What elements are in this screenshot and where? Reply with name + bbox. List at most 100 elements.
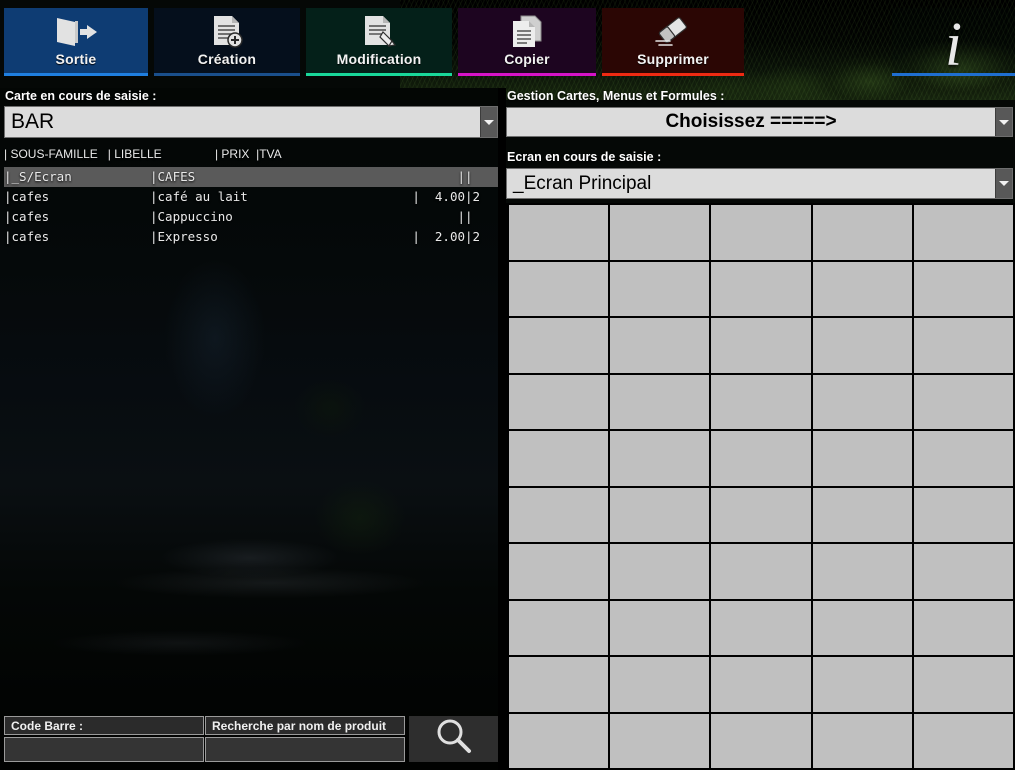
screen-key-cell[interactable] bbox=[812, 657, 914, 714]
supprimer-button[interactable]: Supprimer bbox=[602, 8, 744, 76]
chevron-down-icon[interactable] bbox=[995, 108, 1012, 136]
row-libelle: |Cappuccino bbox=[150, 209, 233, 224]
creation-button[interactable]: Création bbox=[154, 8, 300, 76]
screen-key-cell[interactable] bbox=[913, 318, 1015, 375]
row-tva: |2 bbox=[465, 229, 481, 244]
screen-key-cell[interactable] bbox=[610, 487, 712, 544]
screen-key-cell[interactable] bbox=[711, 318, 813, 375]
table-row[interactable]: |_S/Ecran |CAFES | | bbox=[4, 167, 498, 187]
screen-key-cell[interactable] bbox=[913, 713, 1015, 770]
document-add-icon bbox=[208, 14, 246, 50]
screen-key-cell[interactable] bbox=[812, 431, 914, 488]
screen-key-cell[interactable] bbox=[913, 261, 1015, 318]
screen-key-cell[interactable] bbox=[509, 261, 611, 318]
screen-key-cell[interactable] bbox=[711, 600, 813, 657]
screen-key-cell[interactable] bbox=[913, 544, 1015, 601]
copier-label: Copier bbox=[504, 51, 550, 67]
screen-key-cell[interactable] bbox=[913, 600, 1015, 657]
gestion-combobox[interactable]: Choisissez =====> bbox=[506, 107, 1013, 137]
document-edit-icon bbox=[359, 14, 399, 50]
screen-key-cell[interactable] bbox=[610, 544, 712, 601]
codebarre-input[interactable] bbox=[4, 737, 204, 762]
modification-label: Modification bbox=[336, 51, 422, 67]
screen-key-cell[interactable] bbox=[812, 261, 914, 318]
row-libelle: |café au lait bbox=[150, 189, 248, 204]
screen-key-cell[interactable] bbox=[812, 205, 914, 262]
ecran-label: Ecran en cours de saisie : bbox=[507, 150, 662, 164]
screen-key-cell[interactable] bbox=[711, 657, 813, 714]
exit-door-icon bbox=[53, 14, 99, 50]
row-libelle: |CAFES bbox=[150, 169, 196, 184]
screen-key-cell[interactable] bbox=[812, 544, 914, 601]
product-list[interactable]: |_S/Ecran |CAFES | | |cafes |café au lai… bbox=[4, 167, 498, 707]
screen-key-cell[interactable] bbox=[812, 713, 914, 770]
document-copy-icon bbox=[508, 14, 546, 50]
sortie-button[interactable]: Sortie bbox=[4, 8, 148, 76]
screen-key-cell[interactable] bbox=[509, 205, 611, 262]
info-glyph: i bbox=[944, 11, 963, 79]
screen-key-cell[interactable] bbox=[913, 431, 1015, 488]
row-tva: | bbox=[465, 169, 473, 184]
screen-key-cell[interactable] bbox=[812, 318, 914, 375]
screen-key-cell[interactable] bbox=[509, 600, 611, 657]
screen-key-cell[interactable] bbox=[913, 374, 1015, 431]
screen-key-cell[interactable] bbox=[610, 657, 712, 714]
search-button[interactable] bbox=[409, 716, 498, 762]
screen-key-cell[interactable] bbox=[913, 657, 1015, 714]
screen-key-cell[interactable] bbox=[509, 374, 611, 431]
screen-key-cell[interactable] bbox=[812, 600, 914, 657]
copier-accent-underline bbox=[458, 73, 596, 76]
row-prix: | 4.00 bbox=[412, 189, 465, 204]
row-prix: | bbox=[457, 169, 465, 184]
screen-key-cell[interactable] bbox=[711, 261, 813, 318]
screen-key-cell[interactable] bbox=[610, 205, 712, 262]
screen-key-cell[interactable] bbox=[610, 261, 712, 318]
chevron-down-icon[interactable] bbox=[480, 107, 497, 137]
row-sous-famille: |_S/Ecran bbox=[4, 169, 72, 184]
screen-key-cell[interactable] bbox=[610, 374, 712, 431]
copier-button[interactable]: Copier bbox=[458, 8, 596, 76]
screen-key-cell[interactable] bbox=[711, 374, 813, 431]
row-prix: | bbox=[457, 209, 465, 224]
screen-key-cell[interactable] bbox=[509, 318, 611, 375]
codebarre-label: Code Barre : bbox=[4, 716, 204, 735]
screen-key-cell[interactable] bbox=[610, 600, 712, 657]
screen-key-cell[interactable] bbox=[913, 205, 1015, 262]
recherche-produit-label: Recherche par nom de produit bbox=[205, 716, 405, 735]
sortie-label: Sortie bbox=[55, 51, 97, 67]
screen-key-cell[interactable] bbox=[610, 318, 712, 375]
recherche-produit-input[interactable] bbox=[205, 737, 405, 762]
screen-key-cell[interactable] bbox=[711, 713, 813, 770]
gestion-label: Gestion Cartes, Menus et Formules : bbox=[507, 89, 725, 103]
screen-key-cell[interactable] bbox=[509, 657, 611, 714]
screen-key-cell[interactable] bbox=[509, 431, 611, 488]
ecran-combobox[interactable]: _Ecran Principal bbox=[506, 168, 1013, 199]
screen-key-cell[interactable] bbox=[711, 205, 813, 262]
screen-key-cell[interactable] bbox=[812, 487, 914, 544]
screen-key-cell[interactable] bbox=[711, 431, 813, 488]
info-button[interactable]: i bbox=[892, 8, 1015, 76]
screen-key-cell[interactable] bbox=[711, 487, 813, 544]
table-row[interactable]: |cafes |Cappuccino | | bbox=[4, 207, 498, 227]
carte-combobox[interactable]: BAR bbox=[4, 106, 498, 138]
screen-key-cell[interactable] bbox=[509, 713, 611, 770]
screen-key-grid[interactable] bbox=[505, 203, 1015, 770]
screen-key-cell[interactable] bbox=[509, 487, 611, 544]
chevron-down-icon[interactable] bbox=[995, 169, 1012, 198]
screen-key-cell[interactable] bbox=[812, 374, 914, 431]
row-prix: | 2.00 bbox=[412, 229, 465, 244]
screen-key-cell[interactable] bbox=[610, 713, 712, 770]
modification-button[interactable]: Modification bbox=[306, 8, 452, 76]
magnifier-icon bbox=[432, 717, 476, 762]
eraser-icon bbox=[651, 14, 695, 50]
row-tva: |2 bbox=[465, 189, 481, 204]
table-row[interactable]: |cafes |café au lait | 4.00 |2 bbox=[4, 187, 498, 207]
carte-label: Carte en cours de saisie : bbox=[5, 89, 157, 103]
carte-combobox-value: BAR bbox=[11, 110, 55, 133]
screen-key-cell[interactable] bbox=[509, 544, 611, 601]
row-sous-famille: |cafes bbox=[4, 189, 50, 204]
screen-key-cell[interactable] bbox=[610, 431, 712, 488]
screen-key-cell[interactable] bbox=[711, 544, 813, 601]
screen-key-cell[interactable] bbox=[913, 487, 1015, 544]
table-row[interactable]: |cafes |Expresso | 2.00 |2 bbox=[4, 227, 498, 247]
